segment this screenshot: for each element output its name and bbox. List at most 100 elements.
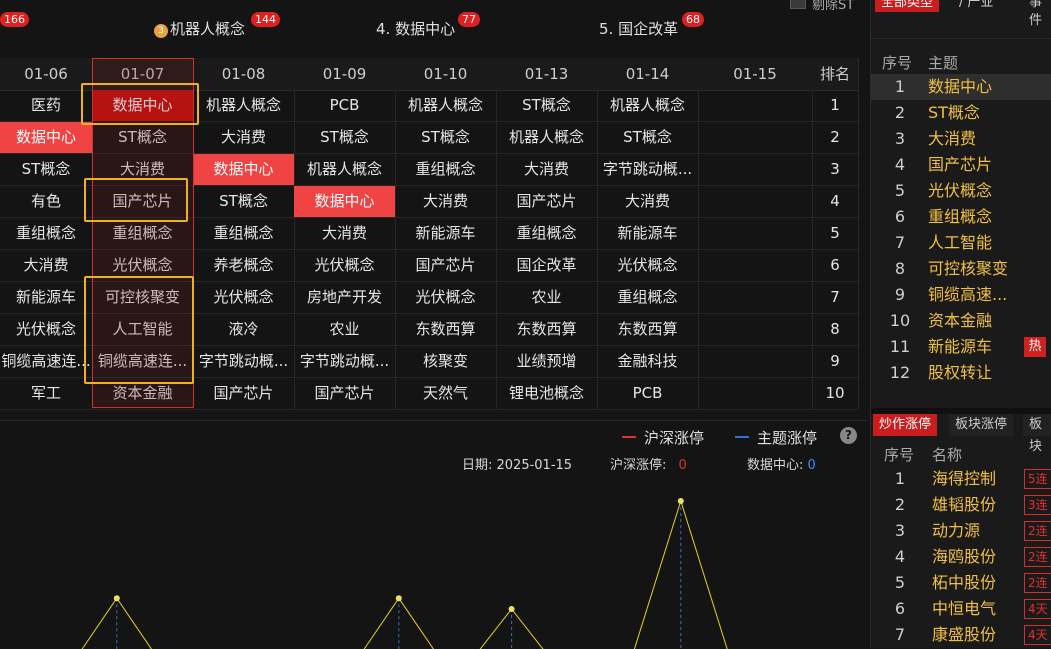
theme-cell[interactable] [698,250,813,282]
theme-cell[interactable]: 数据中心 [294,186,396,218]
theme-cell[interactable]: PCB [294,90,396,122]
theme-cell[interactable]: 国产芯片 [496,186,598,218]
column-header-1[interactable]: 01-07 [92,58,194,91]
topic-row[interactable]: 9 铜缆高速... [871,282,1051,308]
topic-row[interactable]: 3 大消费 [871,126,1051,152]
theme-cell[interactable]: 铜缆高速连... [0,346,93,378]
column-header-3[interactable]: 01-09 [294,58,396,91]
theme-cell[interactable] [698,378,813,410]
theme-cell[interactable]: 国产芯片 [395,250,497,282]
theme-cell[interactable]: 国产芯片 [92,186,194,218]
theme-cell[interactable]: 重组概念 [597,282,699,314]
theme-cell[interactable]: 机器人概念 [597,90,699,122]
theme-cell[interactable]: 大消费 [294,218,396,250]
theme-cell[interactable]: 字节跳动概... [597,154,699,186]
tab-event[interactable]: 事件 [1023,0,1051,28]
theme-cell[interactable]: 光伏概念 [597,250,699,282]
theme-cell[interactable]: 农业 [294,314,396,346]
theme-cell[interactable]: ST概念 [193,186,295,218]
theme-cell[interactable]: 大消费 [92,154,194,186]
theme-cell[interactable]: 东数西算 [496,314,598,346]
theme-cell[interactable]: ST概念 [92,122,194,154]
theme-cell[interactable]: 机器人概念 [395,90,497,122]
stock-row[interactable]: 3 动力源 2连 [871,518,1051,544]
theme-cell[interactable] [698,122,813,154]
theme-cell[interactable]: 业绩预增 [496,346,598,378]
tab-all-types[interactable]: 全部类型 [875,0,940,12]
theme-cell[interactable]: 机器人概念 [496,122,598,154]
theme-cell[interactable]: 字节跳动概... [193,346,295,378]
topic-row[interactable]: 5 光伏概念 [871,178,1051,204]
theme-cell[interactable]: 人工智能 [92,314,194,346]
column-header-6[interactable]: 01-14 [597,58,699,91]
top-theme-soe[interactable]: 5. 国企改革 [599,18,678,39]
tab-hype-limitup[interactable]: 炒作涨停 [873,414,938,436]
theme-cell[interactable]: 机器人概念 [193,90,295,122]
stock-row[interactable]: 4 海鸥股份 2连 [871,544,1051,570]
top-theme-datacenter[interactable]: 4. 数据中心 [376,18,455,39]
theme-cell[interactable]: 东数西算 [395,314,497,346]
theme-cell[interactable]: 大消费 [597,186,699,218]
theme-cell[interactable] [698,218,813,250]
topic-row[interactable]: 12 股权转让 [871,360,1051,386]
tab-sector[interactable]: 板块 [1023,414,1051,454]
theme-cell[interactable]: ST概念 [0,154,93,186]
theme-cell[interactable]: 大消费 [193,122,295,154]
theme-cell[interactable]: 东数西算 [597,314,699,346]
stock-row[interactable]: 7 康盛股份 4天 [871,622,1051,648]
column-header-8[interactable]: 排名 [812,58,859,91]
column-header-2[interactable]: 01-08 [193,58,295,91]
theme-cell[interactable]: 资本金融 [92,378,194,410]
tab-sector-limitup[interactable]: 板块涨停 [949,414,1014,436]
topic-row[interactable]: 7 人工智能 [871,230,1051,256]
theme-cell[interactable]: ST概念 [496,90,598,122]
theme-cell[interactable]: 大消费 [0,250,93,282]
theme-cell[interactable]: ST概念 [597,122,699,154]
theme-cell[interactable]: 重组概念 [193,218,295,250]
theme-cell[interactable] [698,90,813,122]
theme-cell[interactable]: 液冷 [193,314,295,346]
theme-cell[interactable]: 光伏概念 [0,314,93,346]
theme-cell[interactable]: ST概念 [395,122,497,154]
theme-cell[interactable]: PCB [597,378,699,410]
theme-cell[interactable]: 国产芯片 [294,378,396,410]
theme-cell[interactable]: 数据中心 [193,154,295,186]
theme-cell[interactable] [698,186,813,218]
topic-row[interactable]: 4 国产芯片 [871,152,1051,178]
data-point[interactable] [113,595,120,602]
theme-cell[interactable]: 房地产开发 [294,282,396,314]
theme-cell[interactable]: 金融科技 [597,346,699,378]
theme-cell[interactable]: 重组概念 [0,218,93,250]
theme-cell[interactable]: 光伏概念 [395,282,497,314]
theme-cell[interactable]: 新能源车 [597,218,699,250]
topic-row[interactable]: 1 数据中心 [871,74,1051,100]
theme-cell[interactable]: 数据中心 [92,90,194,122]
column-header-4[interactable]: 01-10 [395,58,497,91]
theme-cell[interactable]: 光伏概念 [92,250,194,282]
theme-cell[interactable]: 锂电池概念 [496,378,598,410]
stock-row[interactable]: 1 海得控制 5连 [871,466,1051,492]
stock-row[interactable]: 6 中恒电气 4天 [871,596,1051,622]
theme-cell[interactable] [698,154,813,186]
theme-cell[interactable] [698,346,813,378]
column-header-5[interactable]: 01-13 [496,58,598,91]
topic-row[interactable]: 11 新能源车 热 [871,334,1051,360]
data-point[interactable] [508,606,515,612]
theme-cell[interactable]: 军工 [0,378,93,410]
data-point[interactable] [677,498,684,504]
theme-cell[interactable]: 机器人概念 [294,154,396,186]
theme-cell[interactable]: 字节跳动概... [294,346,396,378]
theme-cell[interactable]: 重组概念 [92,218,194,250]
topic-row[interactable]: 8 可控核聚变 [871,256,1051,282]
theme-cell[interactable]: 农业 [496,282,598,314]
theme-cell[interactable] [698,282,813,314]
theme-cell[interactable]: 核聚变 [395,346,497,378]
theme-cell[interactable]: 重组概念 [395,154,497,186]
theme-cell[interactable]: 数据中心 [0,122,93,154]
theme-cell[interactable]: 光伏概念 [294,250,396,282]
theme-cell[interactable]: 新能源车 [0,282,93,314]
theme-cell[interactable]: 铜缆高速连... [92,346,194,378]
tab-industry[interactable]: / 产业 [953,0,999,12]
stock-row[interactable]: 2 雄韬股份 3连 [871,492,1051,518]
theme-cell[interactable]: 有色 [0,186,93,218]
